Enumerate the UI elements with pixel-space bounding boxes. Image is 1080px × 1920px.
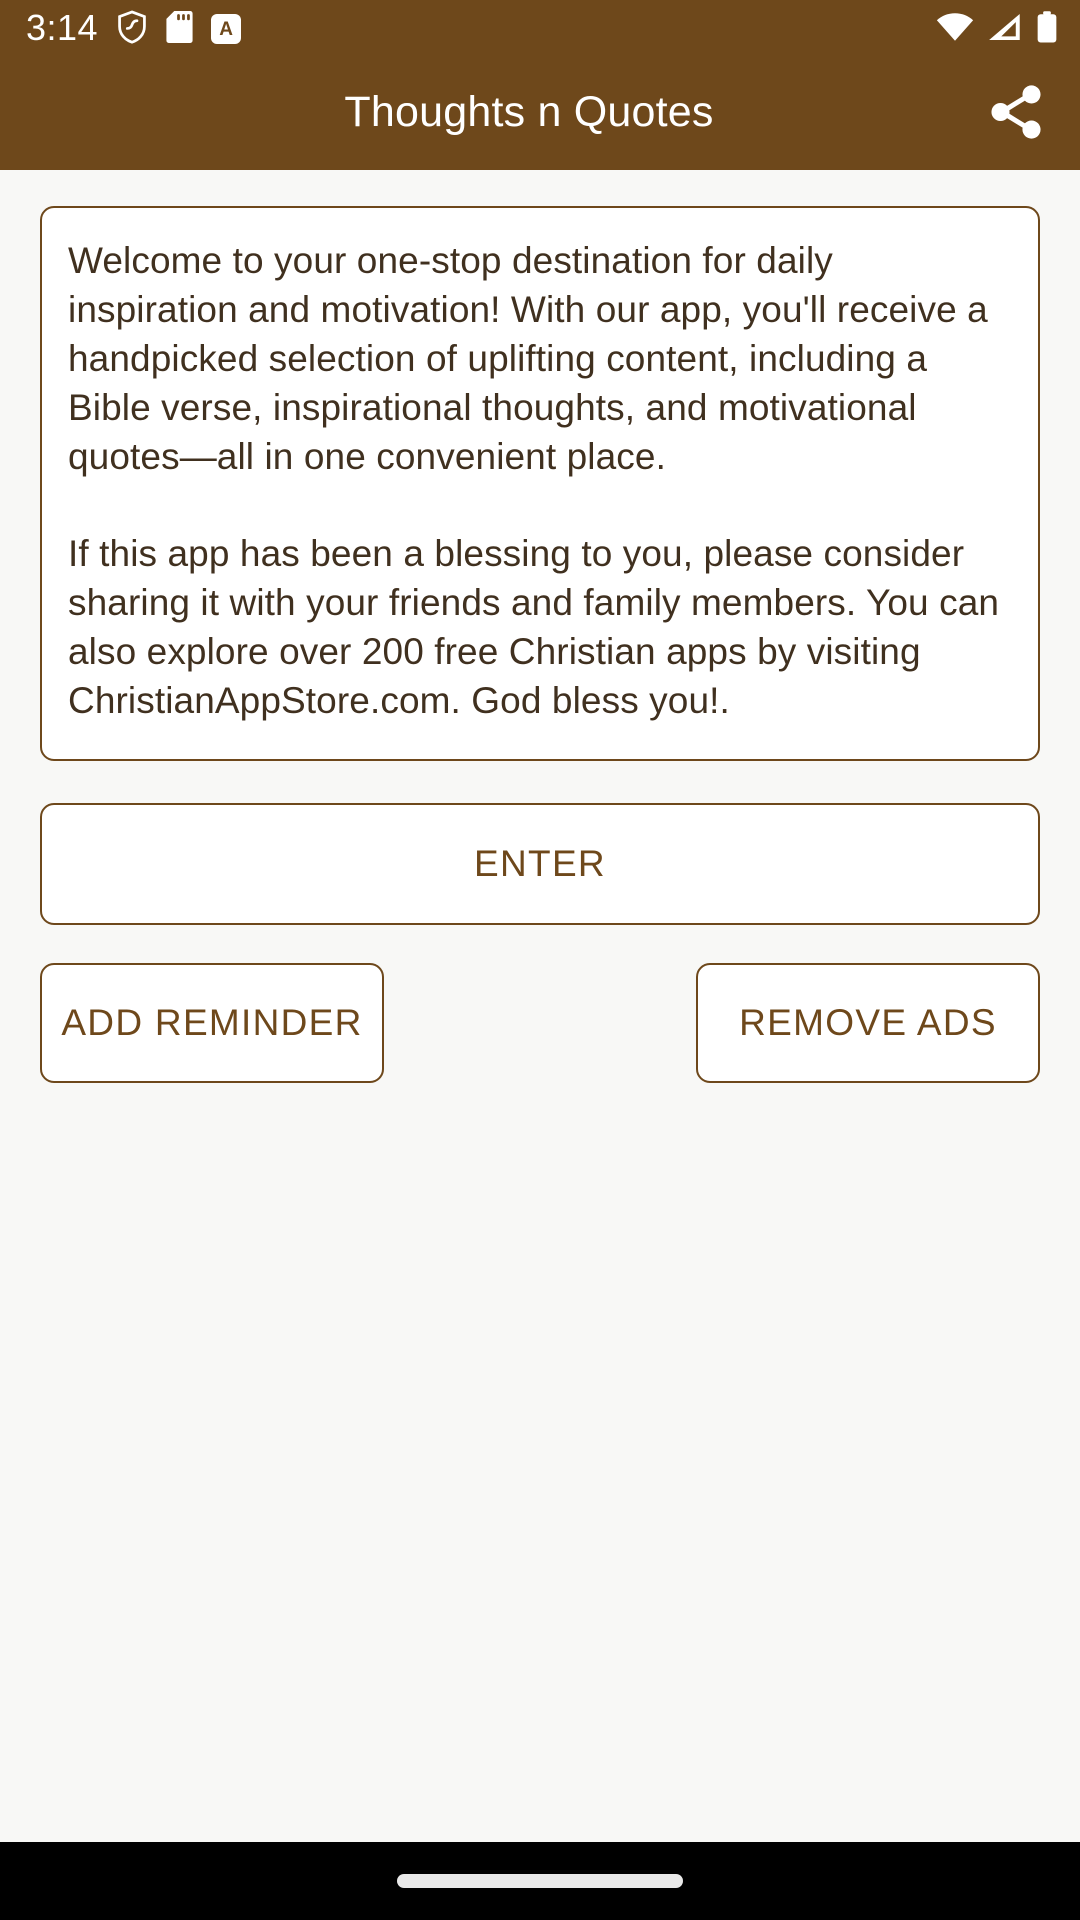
a-badge-label: A — [219, 18, 233, 40]
app-screen: 3:14 A Thoughts n Quotes Welcome to your… — [0, 0, 1080, 1920]
system-navigation-bar — [0, 1842, 1080, 1920]
share-button[interactable] — [978, 76, 1054, 152]
secondary-button-row: ADD REMINDER REMOVE ADS — [40, 963, 1040, 1083]
welcome-paragraph-1: Welcome to your one-stop destination for… — [68, 240, 988, 477]
welcome-info-card: Welcome to your one-stop destination for… — [40, 206, 1040, 761]
page-title: Thoughts n Quotes — [344, 87, 714, 136]
status-bar-right-group — [936, 10, 1058, 48]
cellular-signal-icon — [988, 12, 1022, 47]
battery-icon — [1036, 10, 1058, 48]
shield-icon — [116, 9, 148, 49]
wifi-icon — [936, 12, 974, 47]
status-bar-clock: 3:14 — [26, 7, 99, 48]
sd-card-icon — [166, 10, 193, 49]
add-reminder-button[interactable]: ADD REMINDER — [40, 963, 384, 1083]
status-bar-left-group: 3:14 A — [26, 7, 242, 49]
remove-ads-button[interactable]: REMOVE ADS — [696, 963, 1040, 1083]
welcome-paragraph-2: If this app has been a blessing to you, … — [68, 533, 1000, 721]
a-badge-icon: A — [211, 14, 242, 44]
share-icon — [985, 81, 1047, 148]
app-bar: Thoughts n Quotes — [0, 58, 1080, 170]
home-gesture-pill[interactable] — [397, 1874, 683, 1888]
enter-button[interactable]: ENTER — [40, 803, 1040, 925]
status-bar: 3:14 A — [0, 0, 1080, 58]
main-content: Welcome to your one-stop destination for… — [0, 170, 1080, 1842]
